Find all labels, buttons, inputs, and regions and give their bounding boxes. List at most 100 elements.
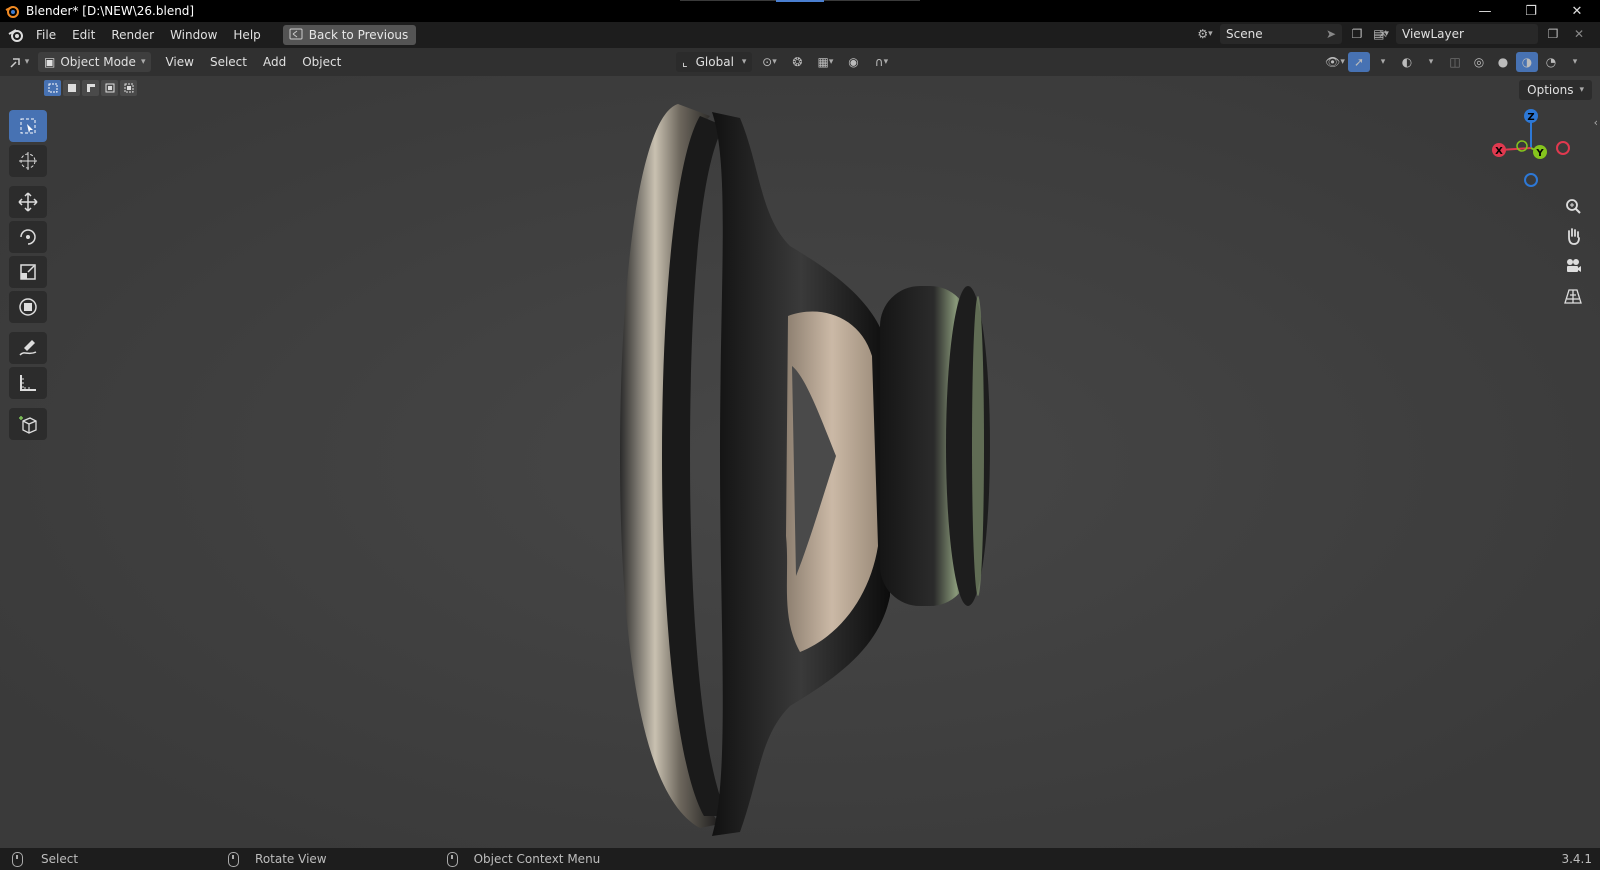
status-bar: Select Rotate View Object Context Menu 3… bbox=[0, 848, 1600, 870]
select-invert-icon[interactable] bbox=[101, 80, 118, 96]
close-icon[interactable]: ✕ bbox=[1554, 0, 1600, 22]
gizmo-x-label: X bbox=[1495, 146, 1503, 157]
options-label: Options bbox=[1527, 83, 1574, 97]
gizmo-toggle-icon[interactable]: ➚ bbox=[1348, 52, 1370, 72]
menu-select[interactable]: Select bbox=[202, 49, 255, 75]
viewlayer-browse-icon[interactable]: ▤ ▾ bbox=[1370, 24, 1392, 44]
annotate-icon[interactable] bbox=[9, 332, 47, 364]
status-left-click: Select bbox=[12, 851, 79, 867]
transform-icon[interactable] bbox=[9, 291, 47, 323]
scale-icon[interactable] bbox=[9, 256, 47, 288]
menu-edit[interactable]: Edit bbox=[64, 22, 103, 48]
speaker-model[interactable] bbox=[0, 76, 1600, 848]
scene-name: Scene bbox=[1226, 27, 1263, 41]
mode-label: Object Mode bbox=[60, 55, 136, 69]
wireframe-shading-icon[interactable]: ◎ bbox=[1468, 52, 1490, 72]
overlay-toggle-icon[interactable]: ◐ bbox=[1396, 52, 1418, 72]
camera-view-icon[interactable] bbox=[1560, 253, 1586, 279]
scene-name-field[interactable]: Scene ➤ bbox=[1220, 24, 1342, 44]
chevron-down-icon: ▾ bbox=[741, 57, 747, 67]
visibility-icon[interactable]: 👁 ▾ bbox=[1324, 52, 1346, 72]
mode-dropdown[interactable]: ▣ Object Mode ▾ bbox=[38, 52, 152, 72]
overlay-dropdown-icon[interactable]: ▾ bbox=[1420, 52, 1442, 72]
rendered-shading-icon[interactable]: ◔ bbox=[1540, 52, 1562, 72]
gizmo-z-label: Z bbox=[1527, 112, 1534, 123]
chevron-down-icon: ▾ bbox=[140, 57, 146, 67]
viewlayer-selector: ▤ ▾ ViewLayer ❐ ✕ bbox=[1370, 24, 1590, 44]
version-label: 3.4.1 bbox=[1561, 852, 1592, 866]
menu-view[interactable]: View bbox=[157, 49, 201, 75]
delete-viewlayer-icon[interactable]: ✕ bbox=[1568, 24, 1590, 44]
material-preview-shading-icon[interactable]: ◑ bbox=[1516, 52, 1538, 72]
orientation-dropdown[interactable]: ⌞ Global ▾ bbox=[676, 52, 753, 72]
options-button[interactable]: Options ▾ bbox=[1519, 80, 1592, 100]
mouse-middle-icon bbox=[228, 851, 240, 867]
window-titlebar: Blender* [D:\NEW\26.blend] — ❐ ✕ bbox=[0, 0, 1600, 22]
orientation-label: Global bbox=[695, 55, 734, 69]
rotate-icon[interactable] bbox=[9, 221, 47, 253]
selection-mode-group bbox=[44, 80, 137, 96]
scene-browse-icon[interactable]: ⚙ ▾ bbox=[1194, 24, 1216, 44]
falloff-icon[interactable]: ∩ ▾ bbox=[870, 52, 892, 72]
snap-toggle-icon[interactable]: ❂ bbox=[786, 52, 808, 72]
pivot-point-icon[interactable]: ⊙ ▾ bbox=[758, 52, 780, 72]
menu-file[interactable]: File bbox=[28, 22, 64, 48]
object-mode-icon: ▣ bbox=[44, 55, 56, 69]
add-cube-icon[interactable] bbox=[9, 408, 47, 440]
status-context-label: Object Context Menu bbox=[473, 852, 601, 866]
status-rotate-label: Rotate View bbox=[255, 852, 327, 866]
solid-shading-icon[interactable]: ● bbox=[1492, 52, 1514, 72]
gizmo-y-label: Y bbox=[1535, 148, 1544, 159]
select-extend-icon[interactable] bbox=[63, 80, 80, 96]
menu-help[interactable]: Help bbox=[225, 22, 268, 48]
xray-toggle-icon[interactable]: ◫ bbox=[1444, 52, 1466, 72]
chevron-down-icon: ▾ bbox=[1579, 85, 1584, 95]
tool-shelf bbox=[9, 110, 49, 443]
menu-render[interactable]: Render bbox=[103, 22, 162, 48]
menu-add[interactable]: Add bbox=[255, 49, 294, 75]
select-intersect-icon[interactable] bbox=[120, 80, 137, 96]
window-title: Blender* [D:\NEW\26.blend] bbox=[26, 4, 195, 18]
sidebar-toggle-icon[interactable]: ‹ bbox=[1594, 116, 1598, 129]
menu-window[interactable]: Window bbox=[162, 22, 225, 48]
perspective-toggle-icon[interactable] bbox=[1560, 283, 1586, 309]
back-to-previous-label: Back to Previous bbox=[308, 28, 409, 42]
mouse-right-icon bbox=[446, 851, 458, 867]
proportional-edit-icon[interactable]: ◉ bbox=[842, 52, 864, 72]
status-right-click: Object Context Menu bbox=[446, 851, 601, 867]
pan-hand-icon[interactable] bbox=[1560, 223, 1586, 249]
viewlayer-name-field[interactable]: ViewLayer bbox=[1396, 24, 1538, 44]
move-icon[interactable] bbox=[9, 186, 47, 218]
new-viewlayer-icon[interactable]: ❐ bbox=[1542, 24, 1564, 44]
top-menu-bar: File Edit Render Window Help Back to Pre… bbox=[0, 22, 1600, 48]
scene-selector: ⚙ ▾ Scene ➤ ❐ ✕ bbox=[1194, 24, 1394, 44]
snap-target-icon[interactable]: ▦ ▾ bbox=[814, 52, 836, 72]
viewport-header: ▾ ▣ Object Mode ▾ View Select Add Object… bbox=[0, 48, 1600, 76]
mouse-left-icon bbox=[12, 851, 23, 867]
back-to-previous-button[interactable]: Back to Previous bbox=[282, 25, 417, 45]
new-scene-icon[interactable]: ❐ bbox=[1346, 24, 1368, 44]
editor-type-icon[interactable]: ▾ bbox=[8, 52, 30, 72]
viewlayer-name: ViewLayer bbox=[1402, 27, 1464, 41]
status-select-label: Select bbox=[41, 852, 79, 866]
select-subtract-icon[interactable] bbox=[82, 80, 99, 96]
3d-viewport[interactable]: Z X Y bbox=[0, 76, 1600, 848]
menu-object[interactable]: Object bbox=[294, 49, 349, 75]
titlebar-accent bbox=[776, 0, 824, 2]
back-icon bbox=[289, 28, 303, 43]
select-box-icon[interactable] bbox=[9, 110, 47, 142]
orientation-icon: ⌞ bbox=[682, 55, 688, 69]
blender-menu-icon[interactable] bbox=[8, 27, 28, 43]
gizmo-dropdown-icon[interactable]: ▾ bbox=[1372, 52, 1394, 72]
shading-dropdown-icon[interactable]: ▾ bbox=[1564, 52, 1586, 72]
blender-logo-icon bbox=[4, 3, 20, 19]
status-middle-click: Rotate View bbox=[228, 851, 327, 867]
cursor-icon[interactable] bbox=[9, 145, 47, 177]
pin-icon[interactable]: ➤ bbox=[1326, 27, 1336, 41]
select-new-icon[interactable] bbox=[44, 80, 61, 96]
navigation-gizmo[interactable]: Z X Y bbox=[1486, 106, 1576, 196]
restore-icon[interactable]: ❐ bbox=[1508, 0, 1554, 22]
zoom-icon[interactable] bbox=[1560, 193, 1586, 219]
measure-icon[interactable] bbox=[9, 367, 47, 399]
minimize-icon[interactable]: — bbox=[1462, 0, 1508, 22]
